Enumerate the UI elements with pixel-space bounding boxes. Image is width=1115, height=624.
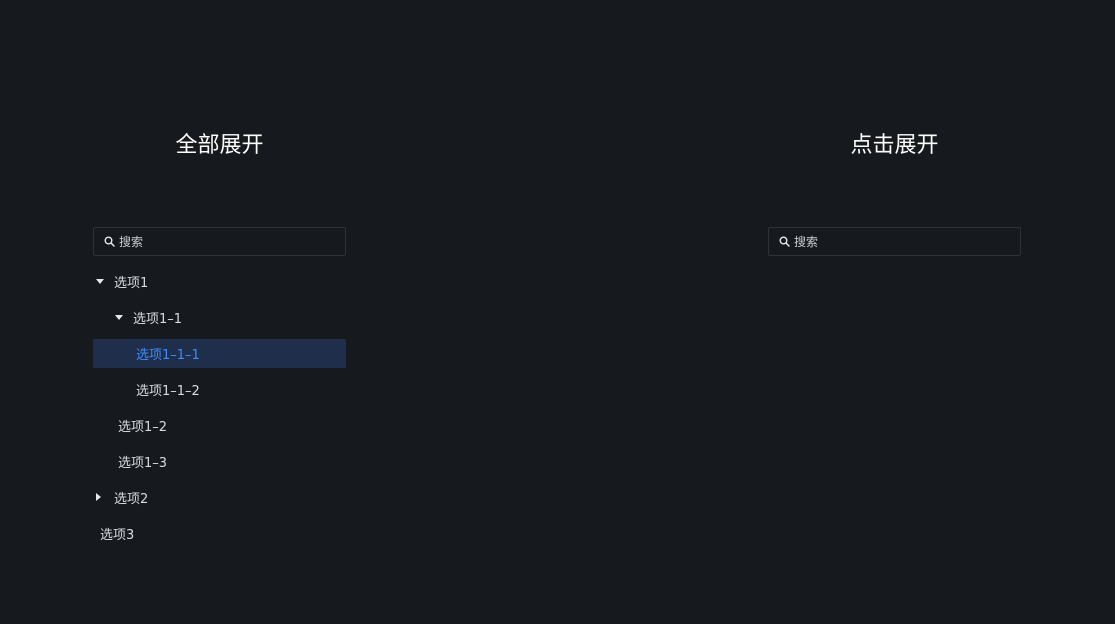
tree-node-label: 选项1–1–1 <box>136 347 200 363</box>
panel-title: 点击展开 <box>850 133 939 158</box>
tree-node-label: 选项1 <box>114 275 149 291</box>
tree-node-label: 选项1–3 <box>118 455 168 471</box>
tree-node-label: 选项2 <box>114 491 149 507</box>
tree: 选项1 选项1–1 选项1–1–1 选项1–1–2 选项1–2 选项1–3 选项2 选项3 <box>93 263 346 551</box>
search-input[interactable] <box>119 228 339 255</box>
tree-node[interactable]: 选项1 <box>93 263 346 299</box>
tree-node[interactable]: 选项1–2 <box>93 407 346 443</box>
tree-node[interactable]: 选项1–3 <box>93 443 346 479</box>
tree-node-label: 选项1–1 <box>133 311 183 327</box>
search-box[interactable] <box>93 227 346 256</box>
search-box[interactable] <box>768 227 1021 256</box>
search-icon <box>779 236 790 247</box>
caret-down-icon[interactable] <box>115 314 123 320</box>
tree-node[interactable]: 选项1–1 <box>93 299 346 335</box>
caret-down-icon[interactable] <box>96 278 104 284</box>
tree-node[interactable]: 选项1–1–1 <box>93 335 346 371</box>
panel-title: 全部展开 <box>175 133 264 158</box>
search-input[interactable] <box>794 228 1014 255</box>
tree-node-label: 选项1–2 <box>118 419 168 435</box>
search-icon <box>104 236 115 247</box>
tree-node-label: 选项3 <box>100 527 135 543</box>
tree-node[interactable]: 选项1–1–2 <box>93 371 346 407</box>
tree-node[interactable]: 选项3 <box>93 515 346 551</box>
tree-node[interactable]: 选项2 <box>93 479 346 515</box>
caret-right-icon[interactable] <box>96 493 101 501</box>
tree-node-label: 选项1–1–2 <box>136 383 200 399</box>
